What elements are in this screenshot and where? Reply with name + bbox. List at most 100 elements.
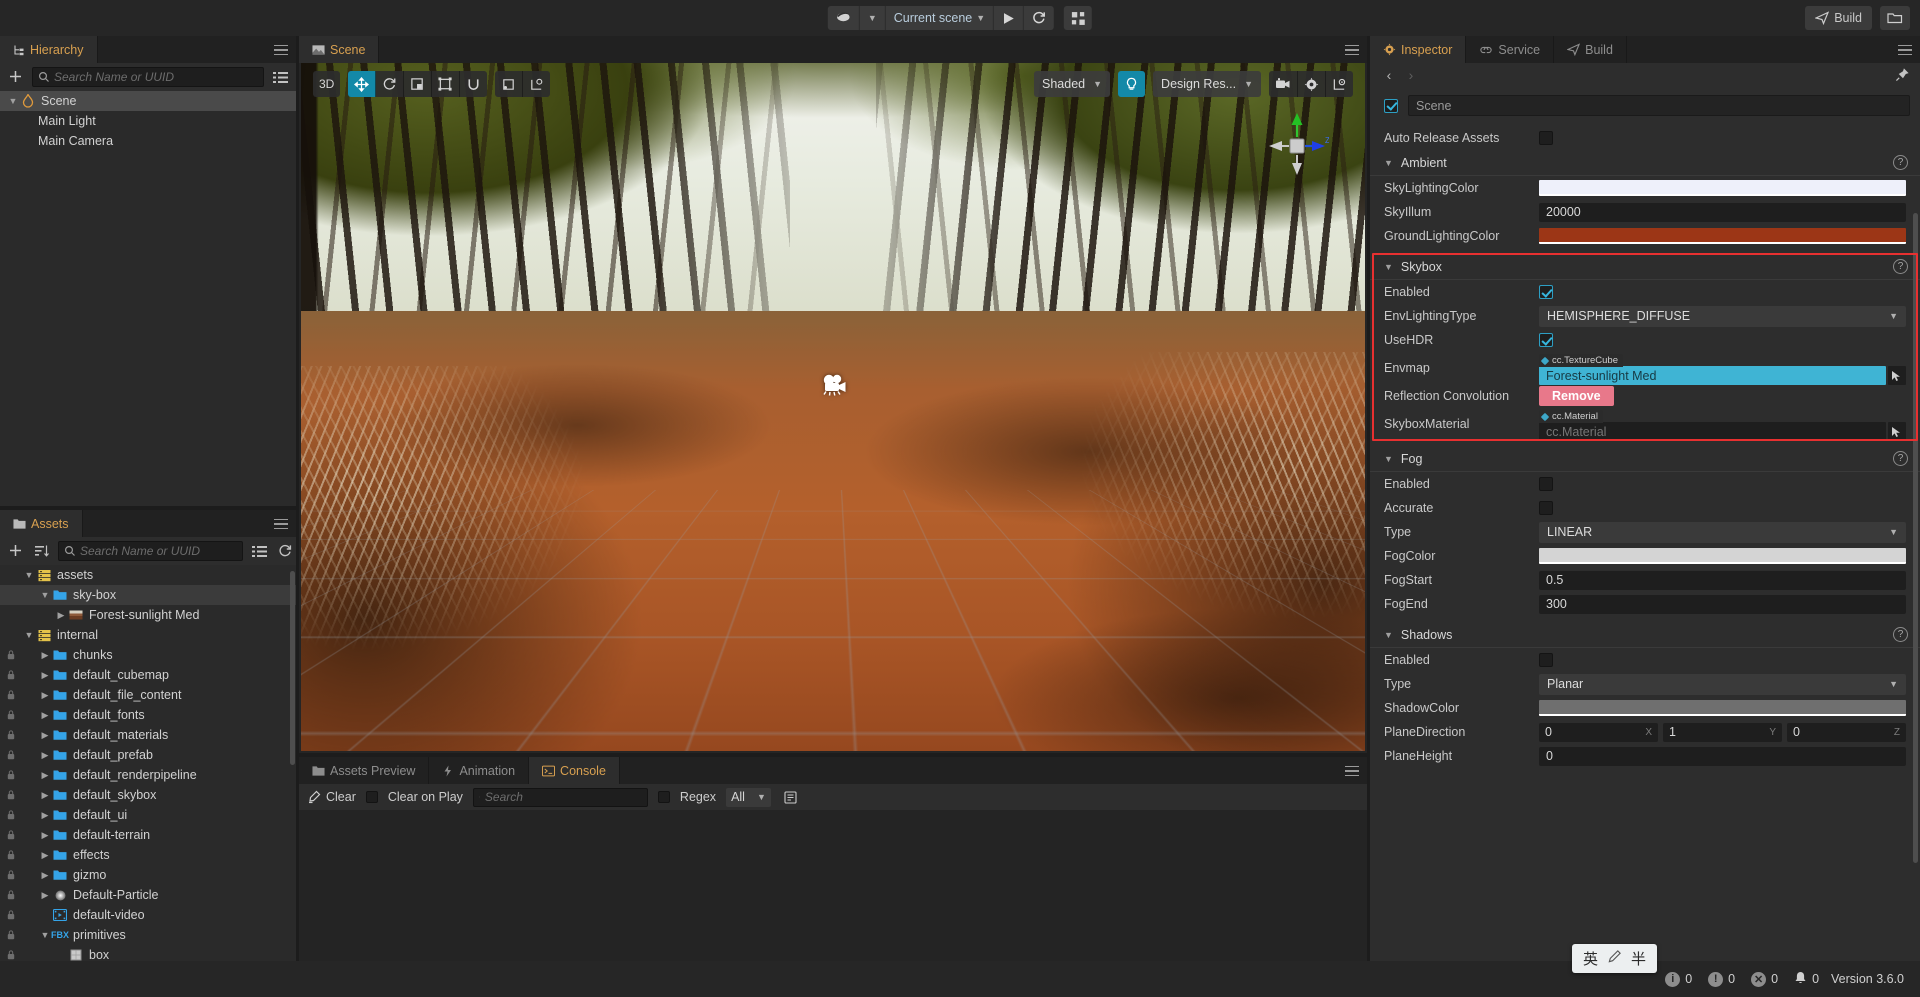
chevron-right-icon[interactable]: ▶ — [54, 605, 68, 625]
chevron-down-icon[interactable]: ▼ — [1384, 630, 1393, 640]
console-regex-label-wrap[interactable]: Regex — [680, 790, 716, 804]
checkbox-enabled[interactable] — [1539, 653, 1553, 667]
section-header-skybox[interactable]: ▼ Skybox? — [1370, 254, 1920, 280]
vector3-planedirection-z[interactable]: 0Z — [1787, 722, 1906, 742]
inspector-pin-button[interactable] — [1895, 67, 1910, 85]
chevron-right-icon[interactable]: ▶ — [38, 665, 52, 685]
axis-orientation-gizmo[interactable]: Z — [1265, 111, 1330, 181]
hierarchy-tree[interactable]: ▼ Scene Main Light Main Camera — [0, 91, 296, 506]
refresh-button[interactable] — [1024, 6, 1054, 30]
tree-item-primitives[interactable]: ▼ FBX primitives — [0, 925, 296, 945]
rotate-tool-button[interactable] — [376, 71, 405, 97]
hierarchy-panel-menu-icon[interactable] — [274, 42, 290, 58]
status-info[interactable]: i 0 — [1665, 971, 1692, 987]
tab-service[interactable]: Service — [1466, 36, 1555, 63]
device-preview-button[interactable] — [1064, 6, 1093, 30]
coordinate-toggle-button[interactable] — [523, 71, 550, 97]
select-envlightingtype[interactable]: HEMISPHERE_DIFFUSE ▼ — [1539, 305, 1906, 327]
chevron-right-icon[interactable]: ▶ — [38, 865, 52, 885]
clear-on-play-label-wrap[interactable]: Clear on Play — [388, 790, 463, 804]
number-input-skyillum[interactable]: 20000 — [1539, 202, 1906, 222]
status-notification[interactable]: 0 — [1794, 971, 1819, 988]
console-clear-button[interactable]: Clear — [307, 790, 356, 804]
help-icon[interactable]: ? — [1893, 451, 1908, 466]
hierarchy-search-input[interactable] — [54, 70, 258, 84]
lighting-toggle-button[interactable] — [1118, 71, 1146, 97]
chevron-down-icon[interactable]: ▼ — [38, 585, 52, 605]
tree-item-default-file-content[interactable]: ▶ default_file_content — [0, 685, 296, 705]
chevron-right-icon[interactable]: ▶ — [38, 785, 52, 805]
tab-console[interactable]: Console — [529, 757, 620, 784]
play-button[interactable] — [994, 6, 1025, 30]
node-enabled-checkbox[interactable] — [1384, 98, 1398, 113]
chevron-down-icon[interactable]: ▼ — [6, 91, 20, 111]
checkbox-enabled[interactable] — [1539, 285, 1553, 299]
tree-item-main-light[interactable]: Main Light — [0, 111, 296, 131]
chevron-right-icon[interactable]: ▶ — [38, 725, 52, 745]
tab-inspector[interactable]: Inspector — [1370, 36, 1467, 63]
asset-value-skyboxmaterial[interactable]: cc.Material — [1539, 422, 1886, 442]
chevron-right-icon[interactable]: ▶ — [38, 765, 52, 785]
vector3-planedirection-x[interactable]: 0X — [1539, 722, 1658, 742]
scene-gear-button[interactable] — [1298, 71, 1326, 97]
console-panel-menu-icon[interactable] — [1345, 763, 1361, 779]
chevron-down-icon[interactable]: ▼ — [22, 565, 36, 585]
asset-picker-button-envmap[interactable] — [1888, 366, 1906, 386]
gizmo-settings-button[interactable] — [1326, 71, 1353, 97]
asset-value-envmap[interactable]: Forest-sunlight Med — [1539, 366, 1886, 386]
tree-item-internal[interactable]: ▼ internal — [0, 625, 296, 645]
number-input-planeheight[interactable]: 0 — [1539, 746, 1906, 766]
hierarchy-list-options-button[interactable] — [270, 67, 290, 87]
color-swatch-fogcolor[interactable] — [1539, 548, 1906, 564]
tree-item-default-renderpipeline[interactable]: ▶ default_renderpipeline — [0, 765, 296, 785]
ime-pen-icon[interactable] — [1607, 949, 1622, 968]
help-icon[interactable]: ? — [1893, 627, 1908, 642]
tree-item-default-fonts[interactable]: ▶ default_fonts — [0, 705, 296, 725]
number-input-fogstart[interactable]: 0.5 — [1539, 570, 1906, 590]
assets-search-box[interactable] — [58, 541, 243, 561]
hierarchy-search-box[interactable] — [32, 67, 264, 87]
scene-camera-button[interactable] — [1269, 71, 1298, 97]
chevron-right-icon[interactable]: ▶ — [38, 805, 52, 825]
button-reflection-convolution[interactable]: Remove — [1539, 386, 1614, 406]
tab-assets[interactable]: Assets — [0, 510, 83, 537]
status-error[interactable]: ✕ 0 — [1751, 971, 1778, 987]
hierarchy-add-node-button[interactable] — [6, 67, 26, 87]
magnet-tool-button[interactable] — [460, 71, 487, 97]
tree-item-scene[interactable]: ▼ Scene — [0, 91, 296, 111]
help-icon[interactable]: ? — [1893, 259, 1908, 274]
section-header-shadows[interactable]: ▼ Shadows? — [1370, 622, 1920, 648]
console-log-mode-button[interactable] — [781, 787, 801, 807]
tab-animation[interactable]: Animation — [429, 757, 530, 784]
tree-item-main-camera[interactable]: Main Camera — [0, 131, 296, 151]
chevron-right-icon[interactable]: ▶ — [38, 645, 52, 665]
console-regex-checkbox[interactable] — [657, 791, 670, 803]
scale-tool-button[interactable] — [404, 71, 433, 97]
chevron-down-icon[interactable]: ▼ — [1384, 454, 1393, 464]
assets-search-input[interactable] — [80, 544, 237, 558]
chevron-right-icon[interactable]: ▶ — [38, 885, 52, 905]
inspector-back-button[interactable]: ‹ — [1378, 67, 1400, 83]
select-type[interactable]: LINEAR ▼ — [1539, 521, 1906, 543]
scene-panel-menu-icon[interactable] — [1345, 42, 1361, 58]
checkbox-usehdr[interactable] — [1539, 333, 1553, 347]
tab-assets-preview[interactable]: Assets Preview — [299, 757, 430, 784]
tree-item-default-video[interactable]: default-video — [0, 905, 296, 925]
tab-scene[interactable]: Scene — [299, 36, 380, 63]
open-folder-button[interactable] — [1880, 6, 1910, 30]
checkbox-accurate[interactable] — [1539, 501, 1553, 515]
platform-selector[interactable] — [828, 6, 860, 30]
assets-tree[interactable]: ▼ assets ▼ sky-box ▶ Forest-sunlight Med ▼ inte… — [0, 565, 296, 965]
number-input-fogend[interactable]: 300 — [1539, 594, 1906, 614]
console-filter-select[interactable]: All ▼ — [726, 787, 771, 807]
inspector-panel-menu-icon[interactable] — [1898, 42, 1914, 58]
tree-item-effects[interactable]: ▶ effects — [0, 845, 296, 865]
tree-item-default-ui[interactable]: ▶ default_ui — [0, 805, 296, 825]
pivot-toggle-button[interactable] — [495, 71, 524, 97]
assets-list-options-button[interactable] — [249, 541, 269, 561]
assets-refresh-button[interactable] — [275, 541, 295, 561]
clear-on-play-checkbox[interactable] — [365, 791, 378, 803]
console-search-box[interactable] — [472, 787, 648, 807]
status-warning[interactable]: ! 0 — [1708, 971, 1735, 987]
chevron-right-icon[interactable]: ▶ — [38, 825, 52, 845]
